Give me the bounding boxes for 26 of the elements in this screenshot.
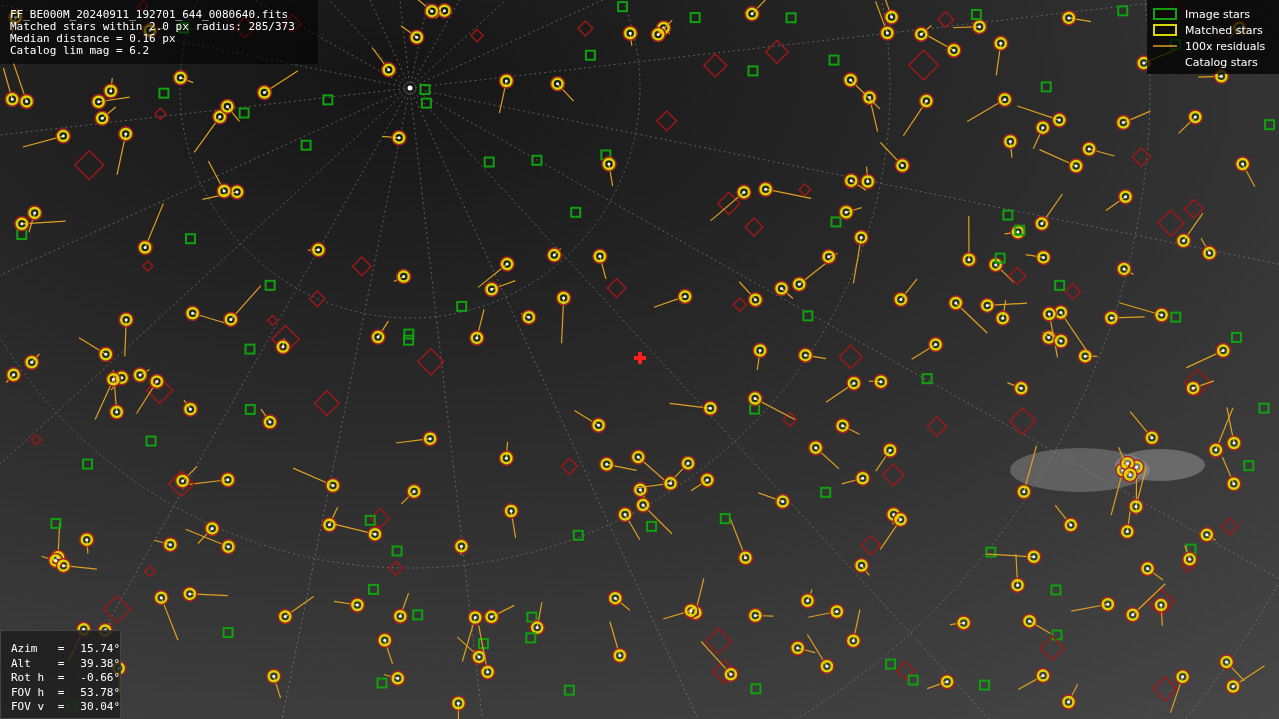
legend-label: 100x residuals xyxy=(1185,39,1266,53)
info-text: Matched stars within 2.0 px radius: 285/373 xyxy=(10,21,296,33)
pointing-value: 15.74° xyxy=(79,642,120,657)
equals-sign: = xyxy=(57,656,66,671)
rectangle-icon xyxy=(1153,24,1177,36)
line-icon xyxy=(1153,45,1177,47)
pointing-value: -0.66° xyxy=(79,671,120,686)
pointing-value: 39.38° xyxy=(79,656,120,671)
info-text: Median distance = 0.16 px xyxy=(10,33,177,45)
equals-sign: = xyxy=(57,671,66,686)
pointing-label: FOV h xyxy=(11,685,46,700)
pointing-label: FOV v xyxy=(11,700,46,715)
equals-sign: = xyxy=(57,642,66,657)
rectangle-icon xyxy=(1153,8,1177,20)
legend-label: Catalog stars xyxy=(1185,55,1258,69)
legend-label: Image stars xyxy=(1185,7,1250,21)
pointing-label: Azim xyxy=(11,642,39,657)
info-text: Catalog lim mag = 6.2 xyxy=(10,45,151,57)
pointing-label: Rot h xyxy=(11,671,46,686)
pointing-value: 53.78° xyxy=(79,685,120,700)
pointing-label: Alt xyxy=(11,656,32,671)
equals-sign: = xyxy=(57,700,66,715)
pointing-value: 30.04° xyxy=(79,700,120,715)
equals-sign: = xyxy=(57,685,66,700)
legend-label: Matched stars xyxy=(1185,23,1263,37)
info-text: FF_BE000M_20240911_192701_644_0080640.fits xyxy=(10,9,290,21)
